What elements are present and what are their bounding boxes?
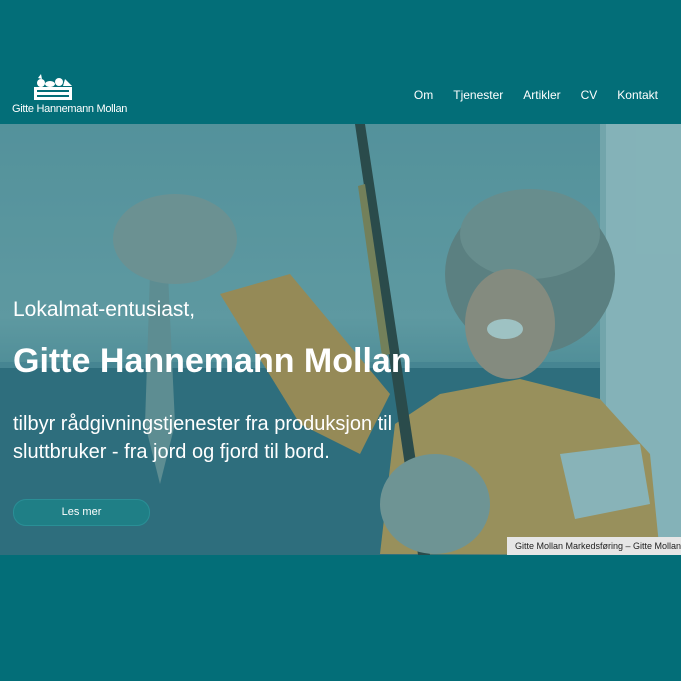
site-header: Gitte Hannemann Mollan Om Tjenester Arti… [0,0,681,124]
main-nav: Om Tjenester Artikler CV Kontakt [394,88,658,102]
image-caption: Gitte Mollan Markedsføring – Gitte Molla… [506,537,681,555]
page-footer-area [0,555,681,681]
hero-description: tilbyr rådgivningstjenester fra produksj… [13,413,393,463]
hero-title: Gitte Hannemann Mollan [13,342,412,380]
site-logo[interactable]: Gitte Hannemann Mollan [12,74,127,118]
nav-kontakt[interactable]: Kontakt [617,88,658,102]
nav-tjenester[interactable]: Tjenester [453,88,503,102]
crate-of-produce-icon [34,74,72,100]
hero-intro: Lokalmat-entusiast, [13,298,196,321]
nav-artikler[interactable]: Artikler [523,88,560,102]
hero-overlay [0,124,681,555]
read-more-button[interactable]: Les mer [13,499,150,526]
nav-om[interactable]: Om [414,88,433,102]
nav-cv[interactable]: CV [581,88,598,102]
logo-text: Gitte Hannemann Mollan [12,103,128,115]
hero-section: Lokalmat-entusiast, Gitte Hannemann Moll… [0,124,681,555]
